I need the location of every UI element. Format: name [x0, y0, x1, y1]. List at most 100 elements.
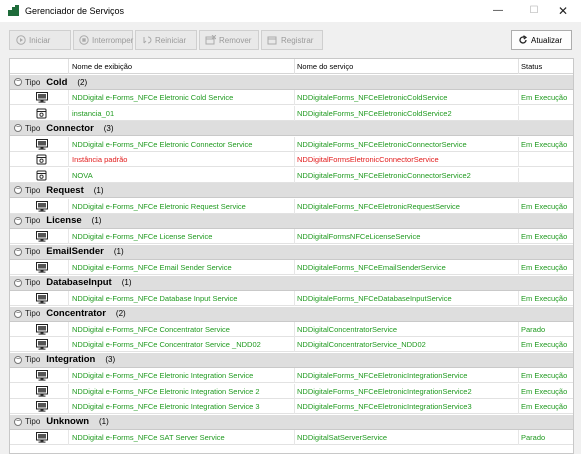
- group-type-label: Tipo: [25, 247, 41, 257]
- group-header[interactable]: − Tipo License (1): [10, 213, 573, 229]
- status-cell: Parado: [521, 433, 546, 443]
- cell-divider: [68, 229, 69, 245]
- service-name-cell: NDDigitaleForms_NFCeDatabaseInputService: [297, 294, 452, 304]
- table-row[interactable]: NDDigital e-Forms_NFCe License Service ND…: [10, 229, 573, 245]
- service-name-cell: NDDigitaleForms_NFCeEletronicConnectorSe…: [297, 170, 471, 180]
- table-row[interactable]: NDDigital e-Forms_NFCe Eletronic Request…: [10, 198, 573, 214]
- monitor-icon: [36, 339, 48, 351]
- remove-icon: [205, 35, 216, 46]
- display-name-cell: NDDigital e-Forms_NFCe Concentrator Serv…: [72, 340, 261, 350]
- header-separator: [294, 59, 295, 74]
- group-count: (1): [121, 278, 132, 288]
- table-row[interactable]: NDDigital e-Forms_NFCe Eletronic Cold Se…: [10, 90, 573, 106]
- table-row[interactable]: NDDigital e-Forms_NFCe Concentrator Serv…: [10, 322, 573, 338]
- refresh-label: Atualizar: [531, 35, 563, 45]
- cell-divider: [68, 136, 69, 152]
- collapse-icon[interactable]: −: [14, 278, 22, 287]
- table-row[interactable]: NDDigital e-Forms_NFCe Eletronic Integra…: [10, 368, 573, 384]
- cell-divider: [68, 260, 69, 276]
- group-type-label: Tipo: [25, 185, 41, 195]
- group-count: (1): [113, 247, 124, 257]
- column-status[interactable]: Status: [521, 62, 542, 71]
- cell-divider: [518, 105, 519, 121]
- display-name-cell: NDDigital e-Forms_NFCe License Service: [72, 232, 213, 242]
- cell-divider: [294, 337, 295, 353]
- restart-label: Reiniciar: [155, 35, 187, 45]
- table-row[interactable]: NDDigital e-Forms_NFCe Database Input Se…: [10, 291, 573, 307]
- collapse-icon[interactable]: −: [14, 417, 22, 426]
- table-row[interactable]: NDDigital e-Forms_NFCe Concentrator Serv…: [10, 337, 573, 353]
- group-header[interactable]: − Tipo Cold (2): [10, 75, 573, 90]
- group-type-label: Tipo: [25, 355, 41, 365]
- table-row[interactable]: NDDigital e-Forms_NFCe Email Sender Serv…: [10, 260, 573, 276]
- group-header[interactable]: − Tipo EmailSender (1): [10, 244, 573, 260]
- group-type-label: Tipo: [25, 77, 41, 87]
- group-header[interactable]: − Tipo Request (1): [10, 183, 573, 199]
- monitor-icon: [36, 262, 48, 273]
- header-separator: [518, 59, 519, 74]
- group-name: EmailSender: [46, 246, 104, 258]
- group-header[interactable]: − Tipo Integration (3): [10, 352, 573, 368]
- collapse-icon[interactable]: −: [14, 186, 22, 195]
- cell-divider: [294, 430, 295, 446]
- close-button[interactable]: ✕: [545, 0, 581, 21]
- register-label: Registrar: [281, 35, 314, 45]
- cell-divider: [68, 198, 69, 214]
- refresh-button[interactable]: Atualizar: [511, 30, 572, 50]
- service-name-cell: NDDigitaleForms_NFCeEletronicIntegration…: [297, 371, 468, 381]
- remove-button[interactable]: Remover: [199, 30, 259, 50]
- column-service-name[interactable]: Nome do serviço: [297, 62, 353, 71]
- table-row[interactable]: Instância padrão NDDigitalFormsEletronicC…: [10, 152, 573, 168]
- restart-button[interactable]: Reiniciar: [135, 30, 197, 50]
- title-bar: Gerenciador de Serviços — ☐ ✕: [0, 0, 581, 22]
- collapse-icon[interactable]: −: [14, 216, 22, 225]
- group-count: (1): [93, 185, 104, 195]
- cell-divider: [294, 229, 295, 245]
- display-name-cell: NDDigital e-Forms_NFCe Eletronic Integra…: [72, 371, 254, 381]
- cell-divider: [294, 152, 295, 168]
- start-button[interactable]: Iniciar: [9, 30, 71, 50]
- stop-icon: [79, 35, 89, 46]
- service-name-cell: NDDigitaleForms_NFCeEletronicConnectorSe…: [297, 139, 467, 149]
- status-cell: Em Execução: [521, 232, 568, 242]
- display-name-cell: NDDigital e-Forms_NFCe Eletronic Cold Se…: [72, 93, 234, 103]
- group-type-label: Tipo: [25, 278, 41, 288]
- table-row[interactable]: NOVA NDDigitaleForms_NFCeEletronicConnect…: [10, 167, 573, 183]
- play-icon: [15, 35, 26, 46]
- status-cell: Em Execução: [521, 263, 568, 273]
- cell-divider: [518, 198, 519, 214]
- restart-icon: [141, 35, 152, 46]
- group-header[interactable]: − Tipo Unknown (1): [10, 414, 573, 430]
- table-row[interactable]: NDDigital e-Forms_NFCe Eletronic Integra…: [10, 383, 573, 399]
- cell-divider: [68, 167, 69, 183]
- group-header[interactable]: − Tipo DatabaseInput (1): [10, 275, 573, 291]
- collapse-icon[interactable]: −: [14, 78, 22, 86]
- group-type-label: Tipo: [25, 309, 41, 319]
- table-row[interactable]: NDDigital e-Forms_NFCe SAT Server Servic…: [10, 430, 573, 446]
- cell-divider: [518, 430, 519, 446]
- table-row[interactable]: NDDigital e-Forms_NFCe Eletronic Integra…: [10, 399, 573, 415]
- display-name-cell: NDDigital e-Forms_NFCe Concentrator Serv…: [72, 325, 230, 335]
- group-name: Request: [46, 184, 84, 196]
- status-cell: Em Execução: [521, 201, 568, 211]
- collapse-icon[interactable]: −: [14, 355, 22, 364]
- group-header[interactable]: − Tipo Concentrator (2): [10, 306, 573, 322]
- stop-button[interactable]: Interromper: [73, 30, 133, 50]
- collapse-icon[interactable]: −: [14, 124, 22, 133]
- column-display-name[interactable]: Nome de exibição: [72, 62, 132, 71]
- group-header[interactable]: − Tipo Connector (3): [10, 121, 573, 137]
- group-name: Unknown: [46, 416, 90, 428]
- minimize-button[interactable]: —: [480, 0, 516, 21]
- cell-divider: [518, 399, 519, 415]
- display-name-cell: instancia_01: [72, 108, 115, 118]
- register-button[interactable]: Registrar: [261, 30, 323, 50]
- cell-divider: [518, 337, 519, 353]
- table-row[interactable]: NDDigital e-Forms_NFCe Eletronic Connect…: [10, 136, 573, 152]
- collapse-icon[interactable]: −: [14, 247, 22, 256]
- collapse-icon[interactable]: −: [14, 309, 22, 318]
- table-row[interactable]: instancia_01 NDDigitaleForms_NFCeEletroni…: [10, 105, 573, 121]
- status-cell: Em Execução: [521, 139, 568, 149]
- cell-divider: [518, 322, 519, 338]
- group-count: (1): [91, 216, 102, 226]
- group-count: (1): [99, 417, 109, 427]
